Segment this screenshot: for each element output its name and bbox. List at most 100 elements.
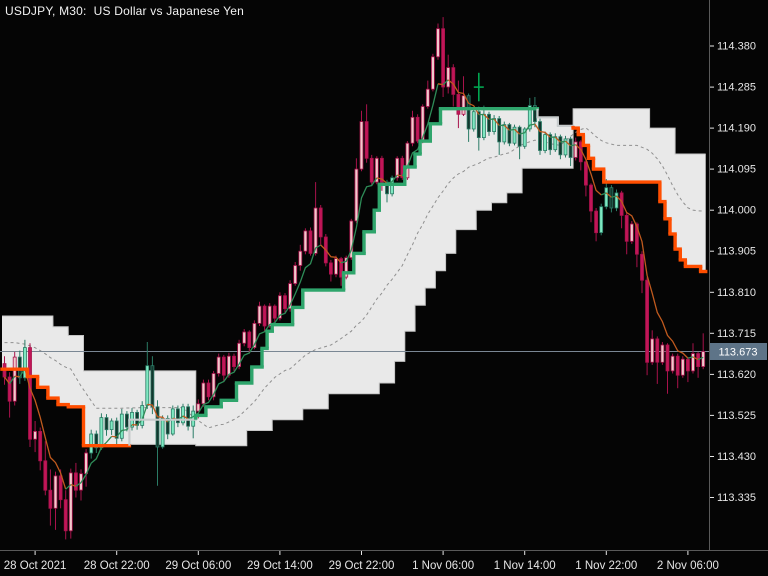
candle-body — [369, 157, 374, 183]
candle-body — [650, 338, 655, 363]
price-tick-label: 113.620 — [717, 369, 756, 381]
candle-body — [150, 365, 155, 408]
candle-body — [456, 94, 461, 115]
candle-body — [318, 207, 323, 238]
candle-body — [584, 161, 588, 186]
candle-body — [262, 305, 267, 327]
ema-line-up — [509, 128, 515, 131]
candle-body — [226, 355, 231, 376]
candle-body — [308, 230, 313, 254]
candle-body — [543, 134, 547, 152]
candle-body — [272, 305, 277, 319]
candle-body — [7, 376, 12, 402]
candle-body — [328, 262, 333, 275]
candle-body — [58, 475, 63, 501]
time-tick-label: 1 Nov 22:00 — [575, 560, 637, 572]
candle-body — [471, 111, 476, 130]
time-tick-label: 29 Oct 14:00 — [247, 560, 313, 572]
candle-body — [119, 413, 124, 439]
candle-body — [430, 56, 435, 90]
candle-body — [303, 230, 308, 252]
candle-body — [232, 355, 236, 368]
candle-body — [640, 253, 644, 281]
candle-body — [257, 305, 262, 324]
candle-body — [359, 121, 364, 170]
candle-body — [487, 113, 491, 133]
chart-title: USDJPY, M30: US Dollar vs Japanese Yen — [5, 4, 245, 18]
candle-body — [497, 118, 502, 143]
candle-body — [573, 141, 578, 158]
candle-body — [28, 347, 32, 440]
time-tick-label: 2 Nov 06:00 — [657, 560, 719, 572]
price-tick-label: 113.430 — [717, 451, 756, 463]
candle-body — [614, 192, 619, 209]
candle-body — [691, 353, 695, 372]
candle-body — [441, 28, 446, 88]
time-tick-label: 29 Oct 22:00 — [329, 560, 395, 572]
candle-body — [517, 126, 522, 147]
last-price-badge-label: 113.673 — [719, 347, 758, 359]
candle-body — [660, 344, 665, 363]
candle-body — [48, 489, 53, 509]
candle-body — [451, 67, 456, 95]
candle-body — [104, 417, 109, 431]
mt5-chart-window: USDJPY, M30: US Dollar vs Japanese Yen 1… — [0, 0, 768, 576]
candle-body — [461, 95, 466, 115]
candle-body — [599, 206, 604, 233]
price-chart[interactable]: 114.380 114.285 114.190 114.095 114.000 113.9… — [0, 0, 768, 576]
candle-body — [568, 138, 573, 158]
candle-body — [446, 67, 451, 88]
candle-body — [624, 214, 629, 242]
candle-body — [696, 353, 700, 368]
candle-body — [12, 356, 17, 402]
price-tick-label: 114.285 — [717, 82, 756, 94]
candle-body — [33, 430, 37, 440]
candle-body — [675, 355, 680, 376]
candle-body — [645, 279, 649, 363]
candle-body — [283, 295, 287, 310]
candle-body — [109, 420, 114, 431]
candle-body — [334, 258, 338, 275]
candle-body — [680, 358, 685, 376]
candle-body — [425, 88, 430, 107]
candle-body — [170, 408, 175, 435]
time-tick-label: 1 Nov 14:00 — [494, 560, 556, 572]
candle-body — [686, 358, 690, 372]
candle-body — [160, 417, 165, 448]
candle-body — [68, 472, 73, 532]
candle-body — [354, 168, 359, 222]
candle-body — [670, 355, 675, 372]
candle-body — [481, 113, 486, 139]
candle-body — [38, 430, 43, 462]
candle-body — [99, 417, 104, 449]
candle-body — [558, 136, 563, 156]
candle-body — [538, 121, 542, 151]
candle-body — [665, 344, 670, 372]
candle-body — [629, 223, 634, 242]
candle-body — [701, 351, 706, 368]
ema-line-up — [560, 140, 566, 143]
candle-body — [242, 331, 247, 344]
candle-body — [216, 356, 221, 374]
ema-line-dn — [111, 435, 117, 438]
candle-body — [589, 184, 593, 212]
price-tick-label: 113.810 — [717, 287, 756, 299]
candle-body — [604, 187, 609, 208]
price-tick-label: 113.525 — [717, 410, 756, 422]
candle-body — [594, 210, 598, 234]
candle-body — [206, 382, 211, 398]
candle-body — [313, 207, 318, 254]
time-tick-label: 1 Nov 06:00 — [412, 560, 474, 572]
candle-body — [609, 187, 614, 209]
candle-body — [145, 365, 150, 406]
price-tick-label: 113.905 — [717, 246, 756, 258]
price-tick-label: 114.095 — [717, 164, 756, 176]
candle-body — [201, 382, 206, 405]
candle-body — [53, 475, 58, 509]
price-tick-label: 114.190 — [717, 123, 756, 135]
time-tick-label: 28 Oct 2021 — [4, 560, 67, 572]
ema-line-dn — [397, 174, 403, 177]
price-tick-label: 114.000 — [717, 205, 756, 217]
candle-body — [74, 472, 78, 491]
candle-body — [410, 116, 415, 144]
